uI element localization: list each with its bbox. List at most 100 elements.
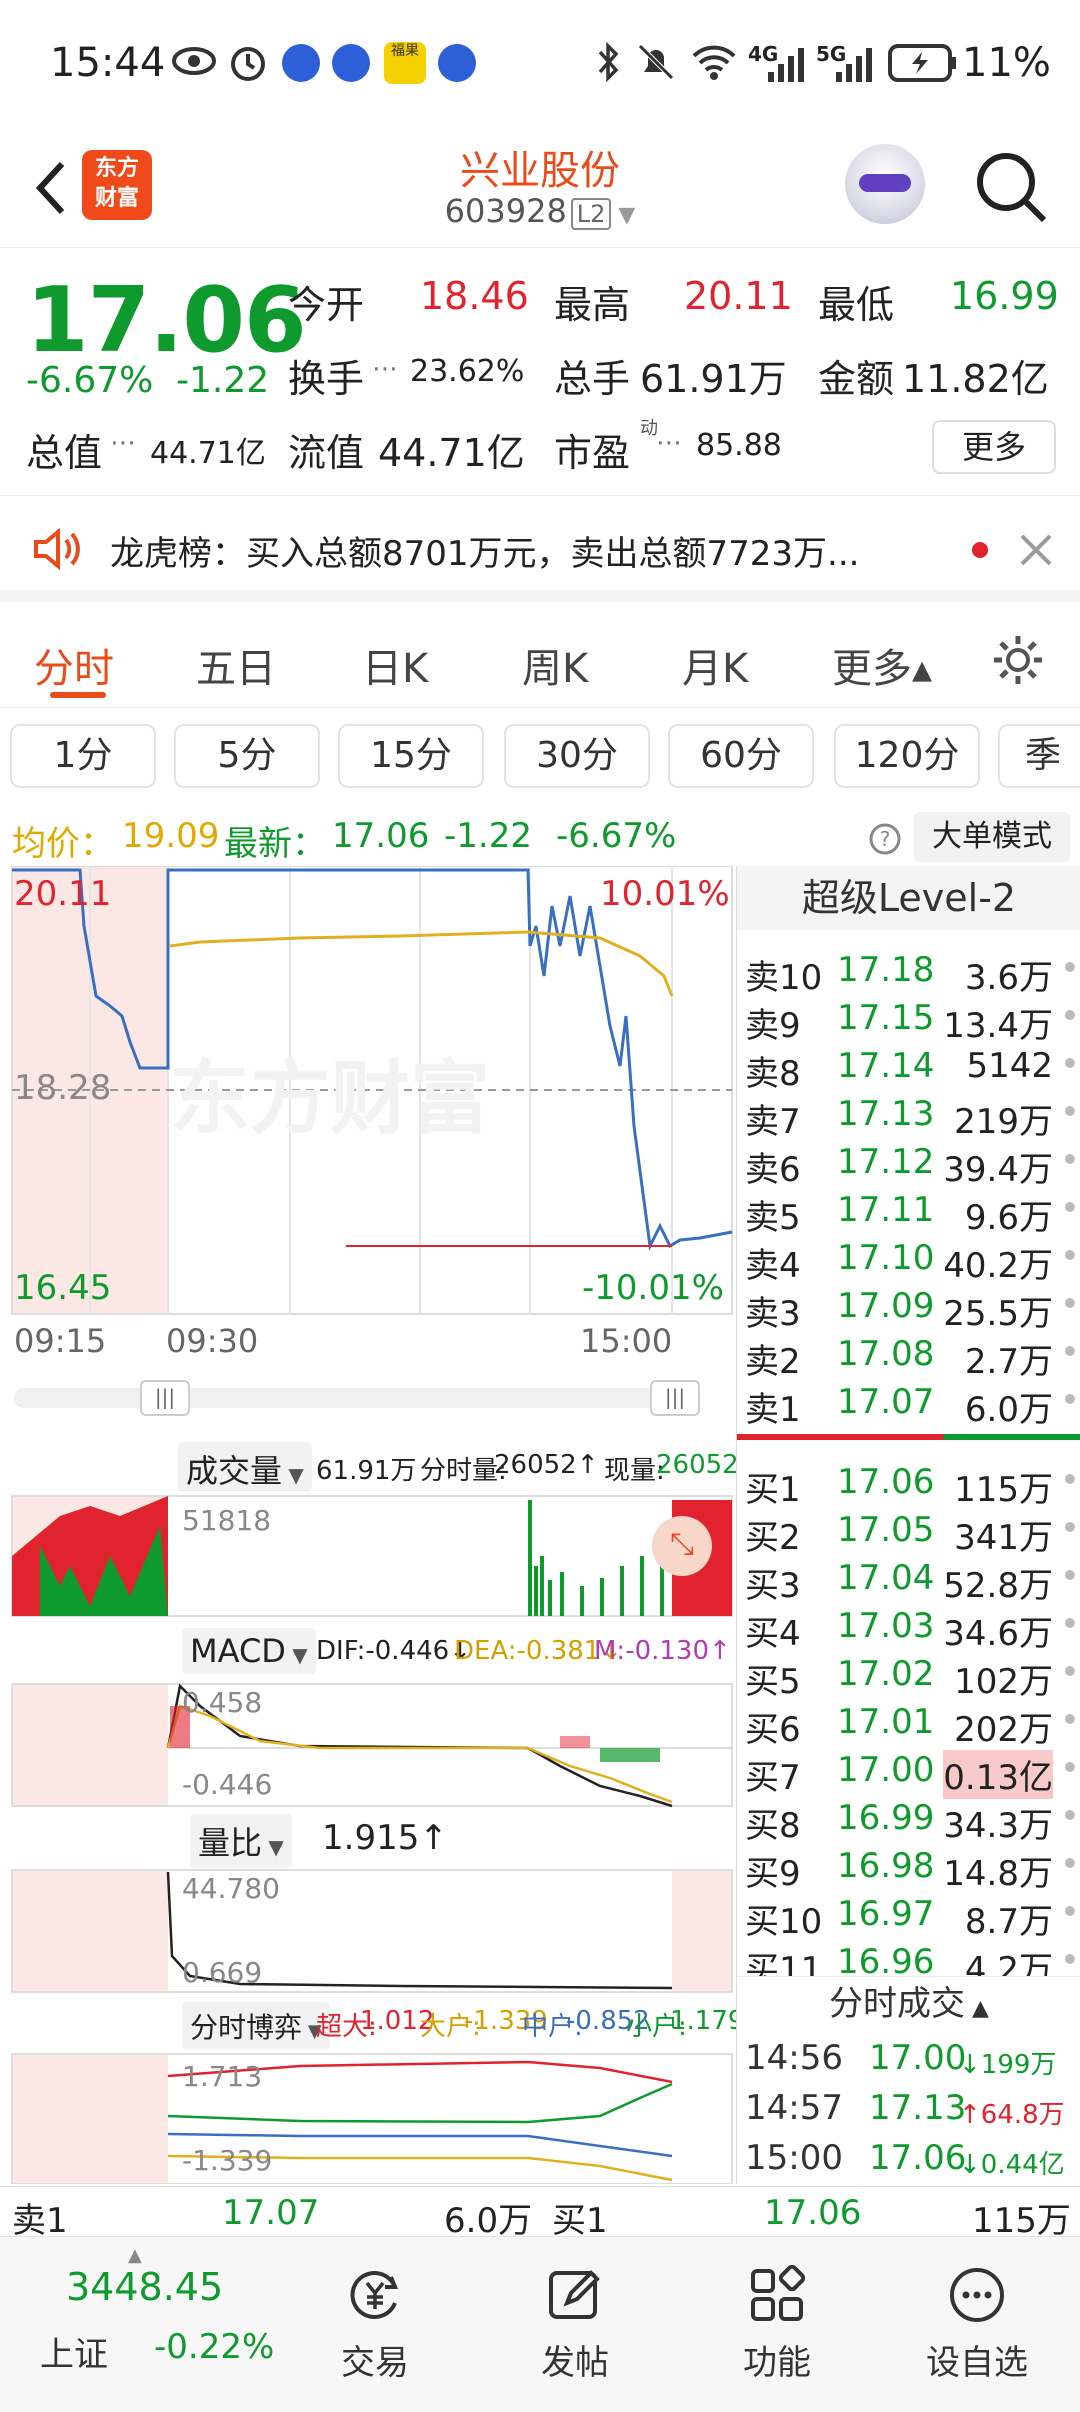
ask-row[interactable]: 卖7 17.13 219万 [737,1088,1080,1142]
subtab-60min[interactable]: 60分 [668,724,814,788]
more-button[interactable]: 更多 [932,420,1056,474]
bid-row[interactable]: 买4 17.03 34.6万 [737,1600,1080,1654]
tab-five-day[interactable]: 五日 [196,636,276,694]
ask-row[interactable]: 卖5 17.11 9.6万 [737,1184,1080,1238]
stock-code-row[interactable]: 603928 L2 ▼ [340,192,740,230]
ask-row[interactable]: 卖4 17.10 40.2万 [737,1232,1080,1286]
subtab-1min[interactable]: 1分 [10,724,156,788]
macd-indicator-selector[interactable]: MACD ▼ [182,1628,316,1674]
nav-add-watchlist[interactable]: 设自选 [912,2265,1042,2384]
bid-row[interactable]: 买10 16.97 8.7万 [737,1888,1080,1942]
nav-trade[interactable]: 交易 [310,2265,440,2384]
tab-week-k[interactable]: 周K [522,636,588,694]
close-icon[interactable] [1018,532,1054,568]
ask-row[interactable]: 卖2 17.08 2.7万 [737,1328,1080,1382]
avg-label: 均价： [12,824,114,864]
tick-vol: ↓199万 [959,2050,1057,2080]
info-circle-icon[interactable]: ⋯ [372,354,398,384]
info-circle-icon[interactable]: ⋯ [656,428,682,458]
search-icon[interactable] [972,148,1052,228]
tab-fenshi[interactable]: 分时 [34,636,114,694]
expand-chart-icon[interactable]: ⤡ [652,1516,712,1576]
tick-time: 15:00 [745,2138,843,2178]
ask-row[interactable]: 卖10 17.18 3.6万 [737,944,1080,998]
app-logo[interactable]: 东方 财富 [82,150,152,220]
pct-high-tick: 10.01% [600,874,730,914]
ask-dot-marker [1065,1058,1075,1068]
bid-row[interactable]: 买2 17.05 341万 [737,1504,1080,1558]
ask-row[interactable]: 卖3 17.09 25.5万 [737,1280,1080,1334]
bid-price: 17.06 [837,1462,935,1502]
bid-dot-marker [1065,1762,1075,1772]
volume-label: 总手 [554,357,631,401]
open-label: 今开 [288,283,365,327]
price-mid-tick: 18.28 [14,1068,112,1108]
strip-buy-price: 17.06 [764,2193,862,2233]
subtab-120min[interactable]: 120分 [834,724,980,788]
time-range-slider[interactable] [14,1388,696,1408]
pe-label: 市盈 [554,431,631,475]
game-indicator-selector[interactable]: 分时博弈 ▼ [182,2002,330,2050]
app-notify-icon [438,44,476,82]
game-bottom-tick: -1.339 [182,2144,273,2177]
svg-text:?: ? [880,827,891,851]
ask-price: 17.18 [837,950,935,990]
bid-price: 17.05 [837,1510,935,1550]
period-volume-value: 26052↑ [494,1450,599,1480]
app-notify-icon: 福果 [384,42,426,84]
subtab-30min[interactable]: 30分 [504,724,650,788]
nav-post[interactable]: 发帖 [510,2265,640,2384]
chart-info-line: 均价： 19.09 最新： 17.06 -1.22 -6.67% ? 大单模式 [0,808,1080,868]
volume-indicator-selector[interactable]: 成交量 ▼ [178,1442,312,1492]
ask-row[interactable]: 卖6 17.12 39.4万 [737,1136,1080,1190]
nav-functions[interactable]: 功能 [712,2265,842,2384]
ask-price: 17.12 [837,1142,935,1182]
index-ticker[interactable]: ▲ 3448.45 上证 -0.22% [0,2237,290,2412]
bid-row[interactable]: 买1 17.06 115万 [737,1456,1080,1510]
big-order-mode-button[interactable]: 大单模式 [914,812,1070,862]
subtab-season[interactable]: 季 [998,724,1080,788]
info-circle-icon[interactable]: ⋯ [110,428,136,458]
change-amount: -1.22 [176,360,270,401]
bid-row[interactable]: 买8 16.99 34.3万 [737,1792,1080,1846]
tick-trade-row: 14:56 17.00 ↓199万 [737,2032,1080,2080]
bid-row[interactable]: 买3 17.04 52.8万 [737,1552,1080,1606]
settings-gear-icon[interactable] [990,632,1046,688]
time-label-start: 09:15 [14,1322,107,1360]
tick-vol: ↓0.44亿 [959,2150,1065,2180]
tab-day-k[interactable]: 日K [362,636,428,694]
bid-row[interactable]: 买5 17.02 102万 [737,1648,1080,1702]
float-value: 44.71亿 [378,431,525,475]
status-time: 15:44 [50,40,166,86]
intraday-chart[interactable]: 东方财富 20.11 18.28 16.45 10.01% -10.01% 09… [0,866,744,2184]
notice-bar[interactable]: 龙虎榜：买入总额8701万元，卖出总额7723万... [0,498,1080,602]
subtab-5min[interactable]: 5分 [174,724,320,788]
ask-row[interactable]: 卖1 17.07 6.0万 [737,1376,1080,1430]
slider-left-handle[interactable]: ||| [140,1380,190,1416]
bid-price: 16.98 [837,1846,935,1886]
tab-more[interactable]: 更多▴ [832,636,932,694]
slider-right-handle[interactable]: ||| [650,1380,700,1416]
indicator-name: 成交量 [186,1452,283,1490]
ask-row[interactable]: 卖9 17.15 13.4万 [737,992,1080,1046]
orderbook-title[interactable]: 超级Level-2 [737,866,1080,930]
quote-panel: 17.06 -6.67% -1.22 今开 18.46 最高 20.11 最低 … [0,250,1080,496]
ask-price: 17.11 [837,1190,935,1230]
wifi-icon [692,45,736,80]
assistant-robot-icon[interactable] [845,144,925,224]
ratio-indicator-selector[interactable]: 量比 ▼ [190,1814,292,1868]
caret-up-icon: ▲ [128,2245,142,2266]
ask-row[interactable]: 卖8 17.14 5142 [737,1040,1080,1094]
bid-row[interactable]: 买7 17.00 0.13亿 [737,1744,1080,1799]
tab-month-k[interactable]: 月K [682,636,748,694]
low-value: 16.99 [950,274,1059,318]
price-high-tick: 20.11 [14,874,112,914]
bid-row[interactable]: 买9 16.98 14.8万 [737,1840,1080,1894]
back-arrow-icon[interactable] [28,152,78,222]
tick-trades-header[interactable]: 分时成交 ▲ [737,1976,1080,2030]
unread-dot [972,542,988,558]
minute-sub-tabs: 1分 5分 15分 30分 60分 120分 季 [0,712,1080,808]
subtab-15min[interactable]: 15分 [338,724,484,788]
bid-row[interactable]: 买6 17.01 202万 [737,1696,1080,1750]
help-icon[interactable]: ? [868,822,902,856]
